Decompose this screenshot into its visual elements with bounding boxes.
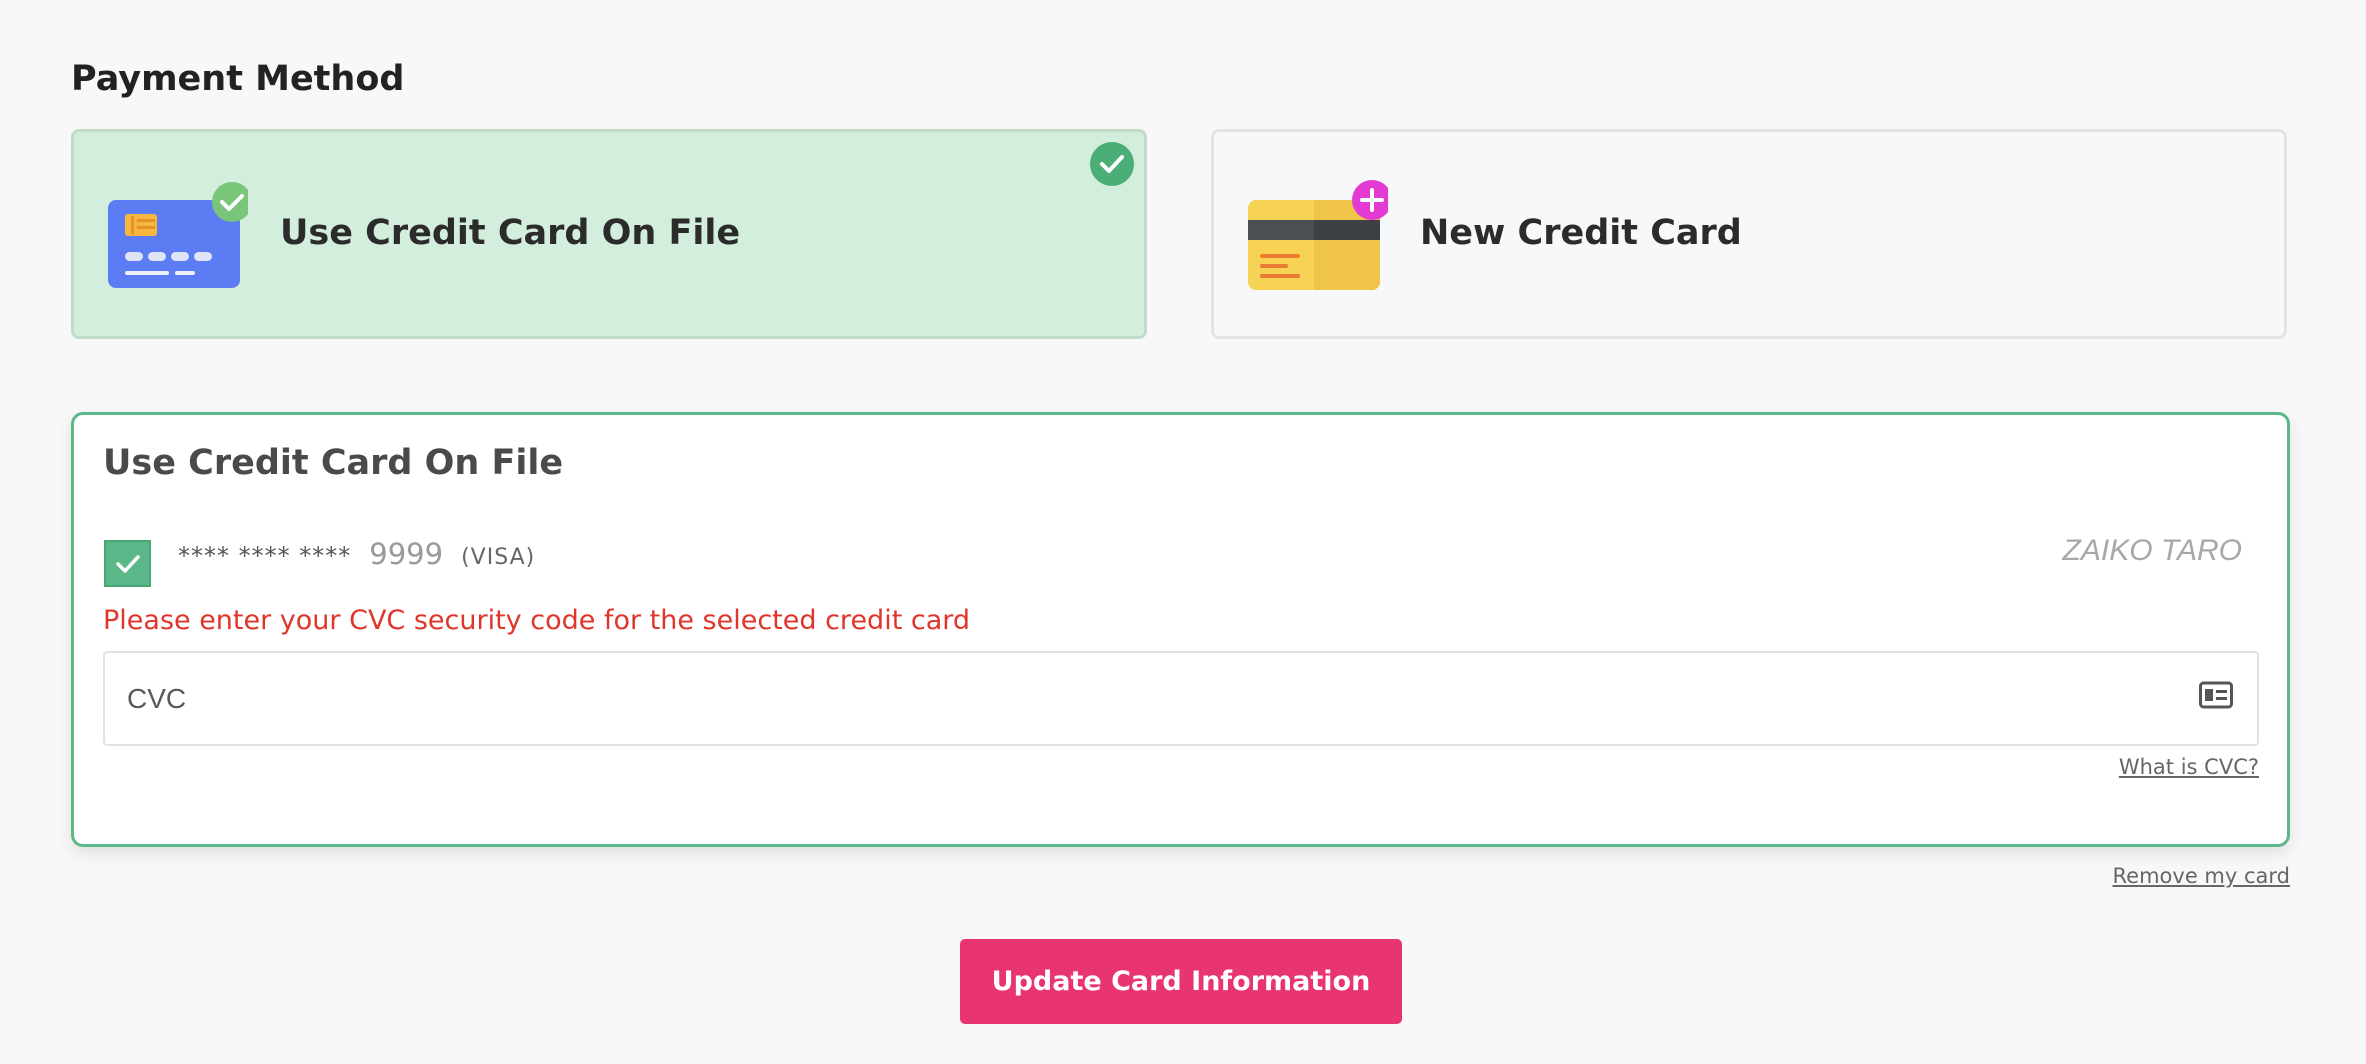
option-card-new[interactable]: New Credit Card bbox=[1211, 129, 2287, 339]
credit-card-yellow-icon bbox=[1248, 180, 1388, 290]
id-card-icon bbox=[2199, 681, 2233, 709]
what-is-cvc-link[interactable]: What is CVC? bbox=[2119, 755, 2259, 779]
saved-card-checkbox[interactable] bbox=[104, 540, 151, 587]
card-number: **** **** **** 9999 (VISA) bbox=[178, 537, 535, 571]
option-card-on-file[interactable]: Use Credit Card On File bbox=[71, 129, 1147, 339]
card-mask: **** **** **** bbox=[178, 542, 352, 570]
credit-card-blue-icon bbox=[108, 182, 248, 288]
remove-card-link[interactable]: Remove my card bbox=[2113, 864, 2290, 888]
card-last4: 9999 bbox=[369, 537, 444, 571]
checkmark-icon bbox=[115, 554, 140, 573]
saved-card-panel: Use Credit Card On File **** **** **** 9… bbox=[71, 412, 2290, 847]
card-brand: (VISA) bbox=[461, 545, 536, 570]
cvc-field bbox=[103, 651, 2259, 746]
cvc-input[interactable] bbox=[105, 653, 2257, 744]
selected-check-icon bbox=[1090, 142, 1134, 186]
cvc-error-message: Please enter your CVC security code for … bbox=[103, 605, 971, 636]
option-label-on-file: Use Credit Card On File bbox=[280, 213, 741, 253]
page-title: Payment Method bbox=[71, 59, 405, 99]
panel-title: Use Credit Card On File bbox=[103, 443, 564, 483]
card-holder-name: ZAIKO TARO bbox=[2062, 534, 2242, 567]
option-label-new: New Credit Card bbox=[1420, 213, 1742, 253]
update-card-button[interactable]: Update Card Information bbox=[960, 939, 1402, 1024]
